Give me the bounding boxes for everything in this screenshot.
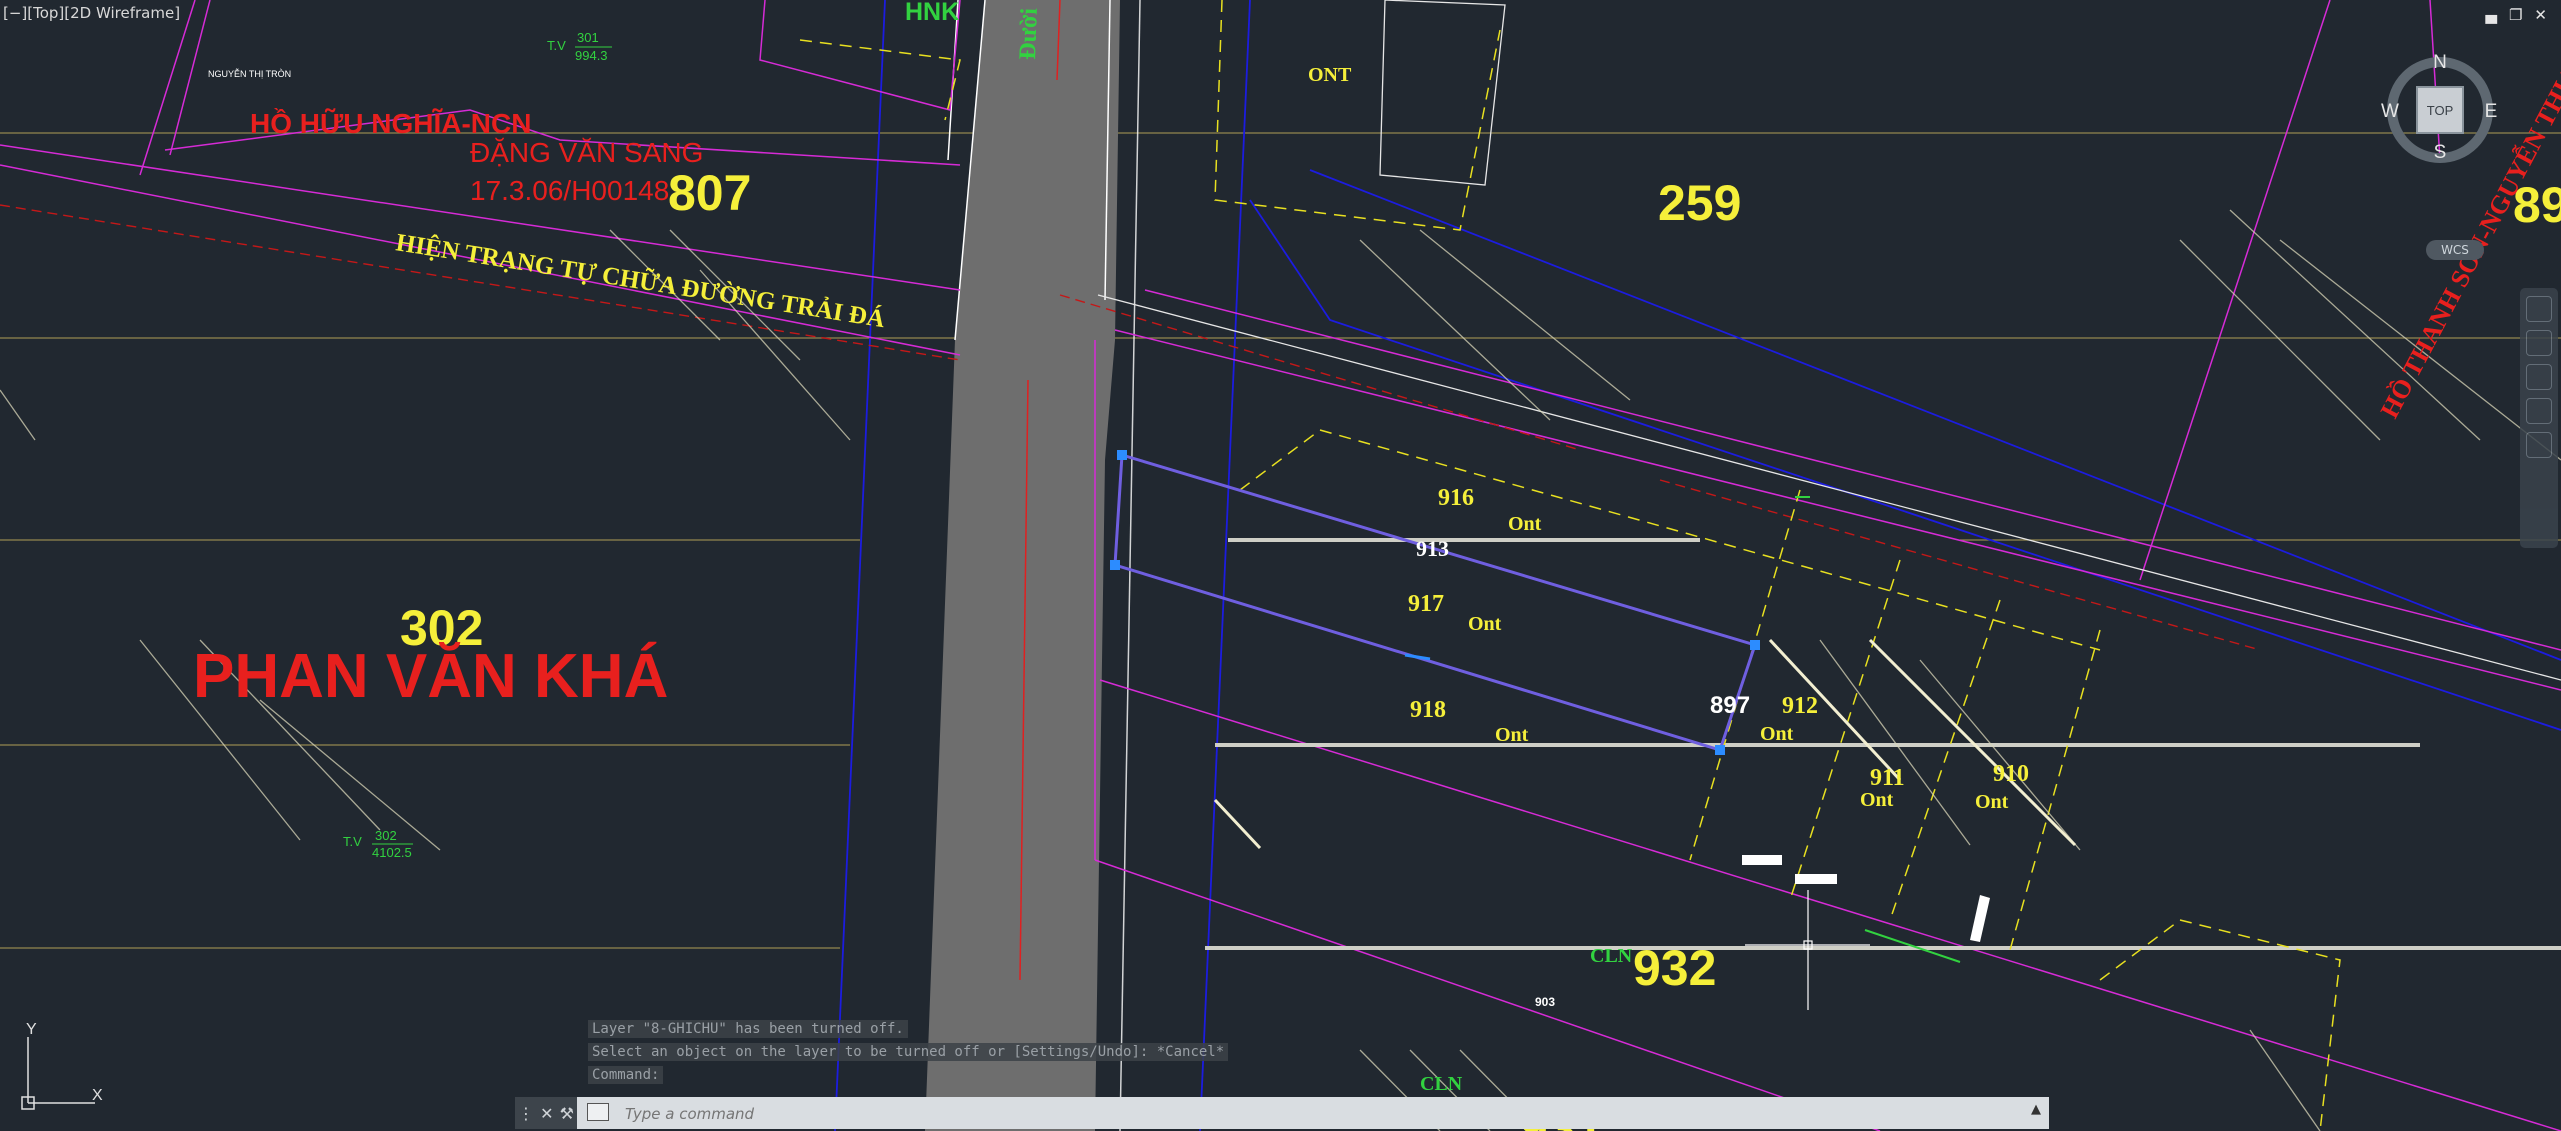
ont-916: Ont — [1508, 513, 1542, 535]
white-marks — [1742, 855, 1990, 942]
tv1-area: 994.3 — [575, 48, 608, 63]
viewport-controls-label[interactable]: [−][Top][2D Wireframe] — [3, 4, 180, 22]
parcel-932: 932 — [1633, 940, 1716, 996]
navigation-bar — [2520, 288, 2558, 548]
parcel-916: 916 — [1438, 485, 1474, 511]
owner-label-2: ĐẶNG VĂN SANG — [470, 137, 703, 168]
hnk-label: HNK — [905, 0, 959, 26]
tv2-label: T.V — [343, 834, 362, 849]
steering-wheel-icon[interactable] — [2526, 296, 2552, 322]
parcel-910: 910 — [1993, 761, 2029, 787]
cln-label-2: CLN — [1420, 1073, 1463, 1095]
pan-icon[interactable] — [2526, 330, 2552, 356]
ont-917: Ont — [1468, 613, 1502, 635]
compass-north[interactable]: N — [2433, 52, 2447, 73]
parcel-913: 913 — [1416, 536, 1449, 561]
wcs-label: WCS — [2441, 243, 2469, 257]
compass-west[interactable]: W — [2381, 101, 2399, 122]
wcs-menu[interactable]: WCS — [2426, 240, 2484, 260]
owner-label-3: PHAN VĂN KHÁ — [193, 642, 668, 711]
green-marks — [1795, 496, 1961, 963]
chevron-up-icon[interactable]: ▲ — [2031, 1102, 2041, 1117]
ont-910: Ont — [1975, 791, 2009, 813]
parcel-911: 911 — [1870, 765, 1905, 791]
tv2-number: 302 — [375, 828, 397, 843]
parcel-903: 903 — [1535, 995, 1555, 1009]
white-lines — [1097, 0, 2561, 681]
tv1-number: 301 — [577, 30, 599, 45]
ont-top-label: ONT — [1308, 64, 1352, 86]
minimize-icon[interactable]: ▄ — [2485, 6, 2497, 24]
owner-label-1: HỒ HỮU NGHĨA-NCN — [250, 108, 531, 139]
close-icon[interactable]: ✕ — [540, 1104, 553, 1123]
command-history: Layer "8-GHICHU" has been turned off. Se… — [588, 1020, 1229, 1089]
command-input[interactable] — [623, 1100, 2007, 1128]
command-line-bar: ▲ — [515, 1097, 2049, 1129]
document-number: 17.3.06/H00148 — [470, 175, 669, 206]
command-history-line: Select an object on the layer to be turn… — [588, 1043, 1229, 1061]
customize-icon[interactable]: ⚒ — [560, 1104, 574, 1123]
parcel-897: 897 — [1710, 692, 1750, 719]
restore-icon[interactable]: ❐ — [2509, 6, 2522, 24]
ucs-x-label: X — [92, 1087, 103, 1104]
magenta-boundaries — [0, 0, 2561, 1131]
parcel-912: 912 — [1782, 693, 1818, 719]
showmotion-icon[interactable] — [2526, 432, 2552, 458]
tv2-area: 4102.5 — [372, 845, 412, 860]
road-name-label: Đười — [1015, 7, 1043, 60]
road-note: HIỆN TRẠNG TỰ CHỮA ĐƯỜNG TRẢI ĐÁ — [394, 227, 887, 333]
drag-handle-icon[interactable]: ⋮ — [518, 1104, 534, 1123]
viewcube-face-top[interactable]: TOP — [2427, 103, 2454, 118]
zoom-icon[interactable] — [2526, 364, 2552, 390]
parcel-917: 917 — [1408, 591, 1444, 617]
command-prompt-icon[interactable] — [587, 1103, 609, 1121]
ucs-icon — [21, 1037, 95, 1110]
ont-912: Ont — [1760, 723, 1794, 745]
close-icon[interactable]: ✕ — [2534, 6, 2547, 24]
command-history-line: Command: — [588, 1066, 664, 1084]
viewport-window-controls: ▄ ❐ ✕ — [2485, 6, 2547, 24]
parcel-918: 918 — [1410, 697, 1446, 723]
small-name: NGUYỄN THỊ TRÒN — [208, 68, 291, 79]
ont-911: Ont — [1860, 789, 1894, 811]
tv1-label: T.V — [547, 38, 566, 53]
compass-south[interactable]: S — [2434, 142, 2447, 163]
viewcube[interactable]: TOP N S E W — [2380, 45, 2500, 165]
parcel-259: 259 — [1658, 175, 1741, 231]
command-history-line: Layer "8-GHICHU" has been turned off. — [588, 1020, 908, 1038]
cln-label-1: CLN — [1590, 945, 1633, 967]
command-line-tools: ⋮ ✕ ⚒ — [515, 1097, 577, 1129]
ont-918: Ont — [1495, 724, 1529, 746]
compass-east[interactable]: E — [2485, 101, 2498, 122]
ucs-y-label: Y — [26, 1021, 37, 1038]
orbit-icon[interactable] — [2526, 398, 2552, 424]
parcel-807: 807 — [668, 165, 751, 221]
road-band — [925, 0, 1141, 1131]
drawing-canvas[interactable]: HỒ HỮU NGHĨA-NCN ĐẶNG VĂN SANG 17.3.06/H… — [0, 0, 2561, 1131]
